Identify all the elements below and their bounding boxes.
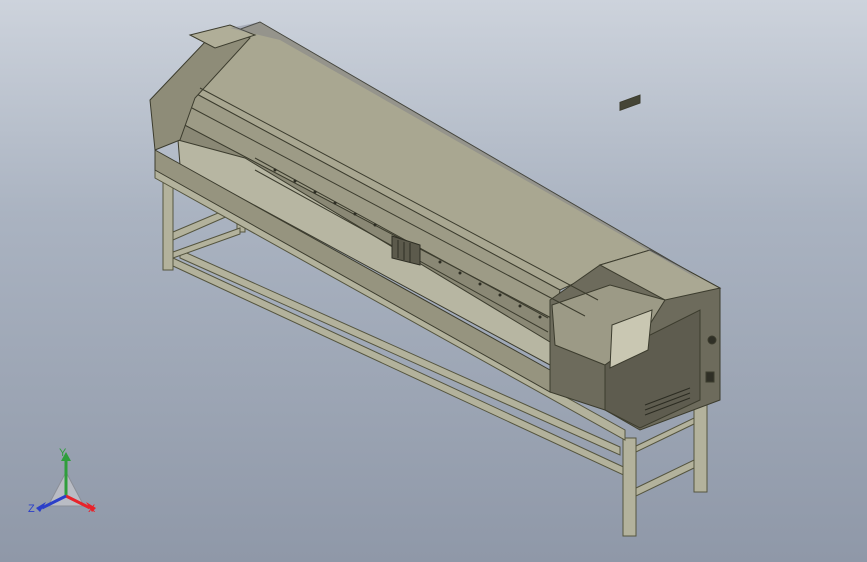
control-panel-display	[619, 94, 641, 112]
orientation-triad: Y Z X	[26, 446, 106, 526]
x-axis-label: X	[88, 503, 96, 515]
z-axis-label: Z	[28, 503, 35, 515]
stand-cross-right	[635, 459, 695, 497]
printer-3d-model[interactable]	[0, 0, 867, 562]
side-knob	[707, 335, 717, 345]
power-switch	[705, 371, 715, 383]
stand-leg-right-front	[622, 437, 637, 537]
y-axis-label: Y	[59, 447, 67, 459]
graphics-viewport[interactable]: Y Z X	[0, 0, 867, 562]
stand-leg-right-rear	[693, 399, 708, 493]
